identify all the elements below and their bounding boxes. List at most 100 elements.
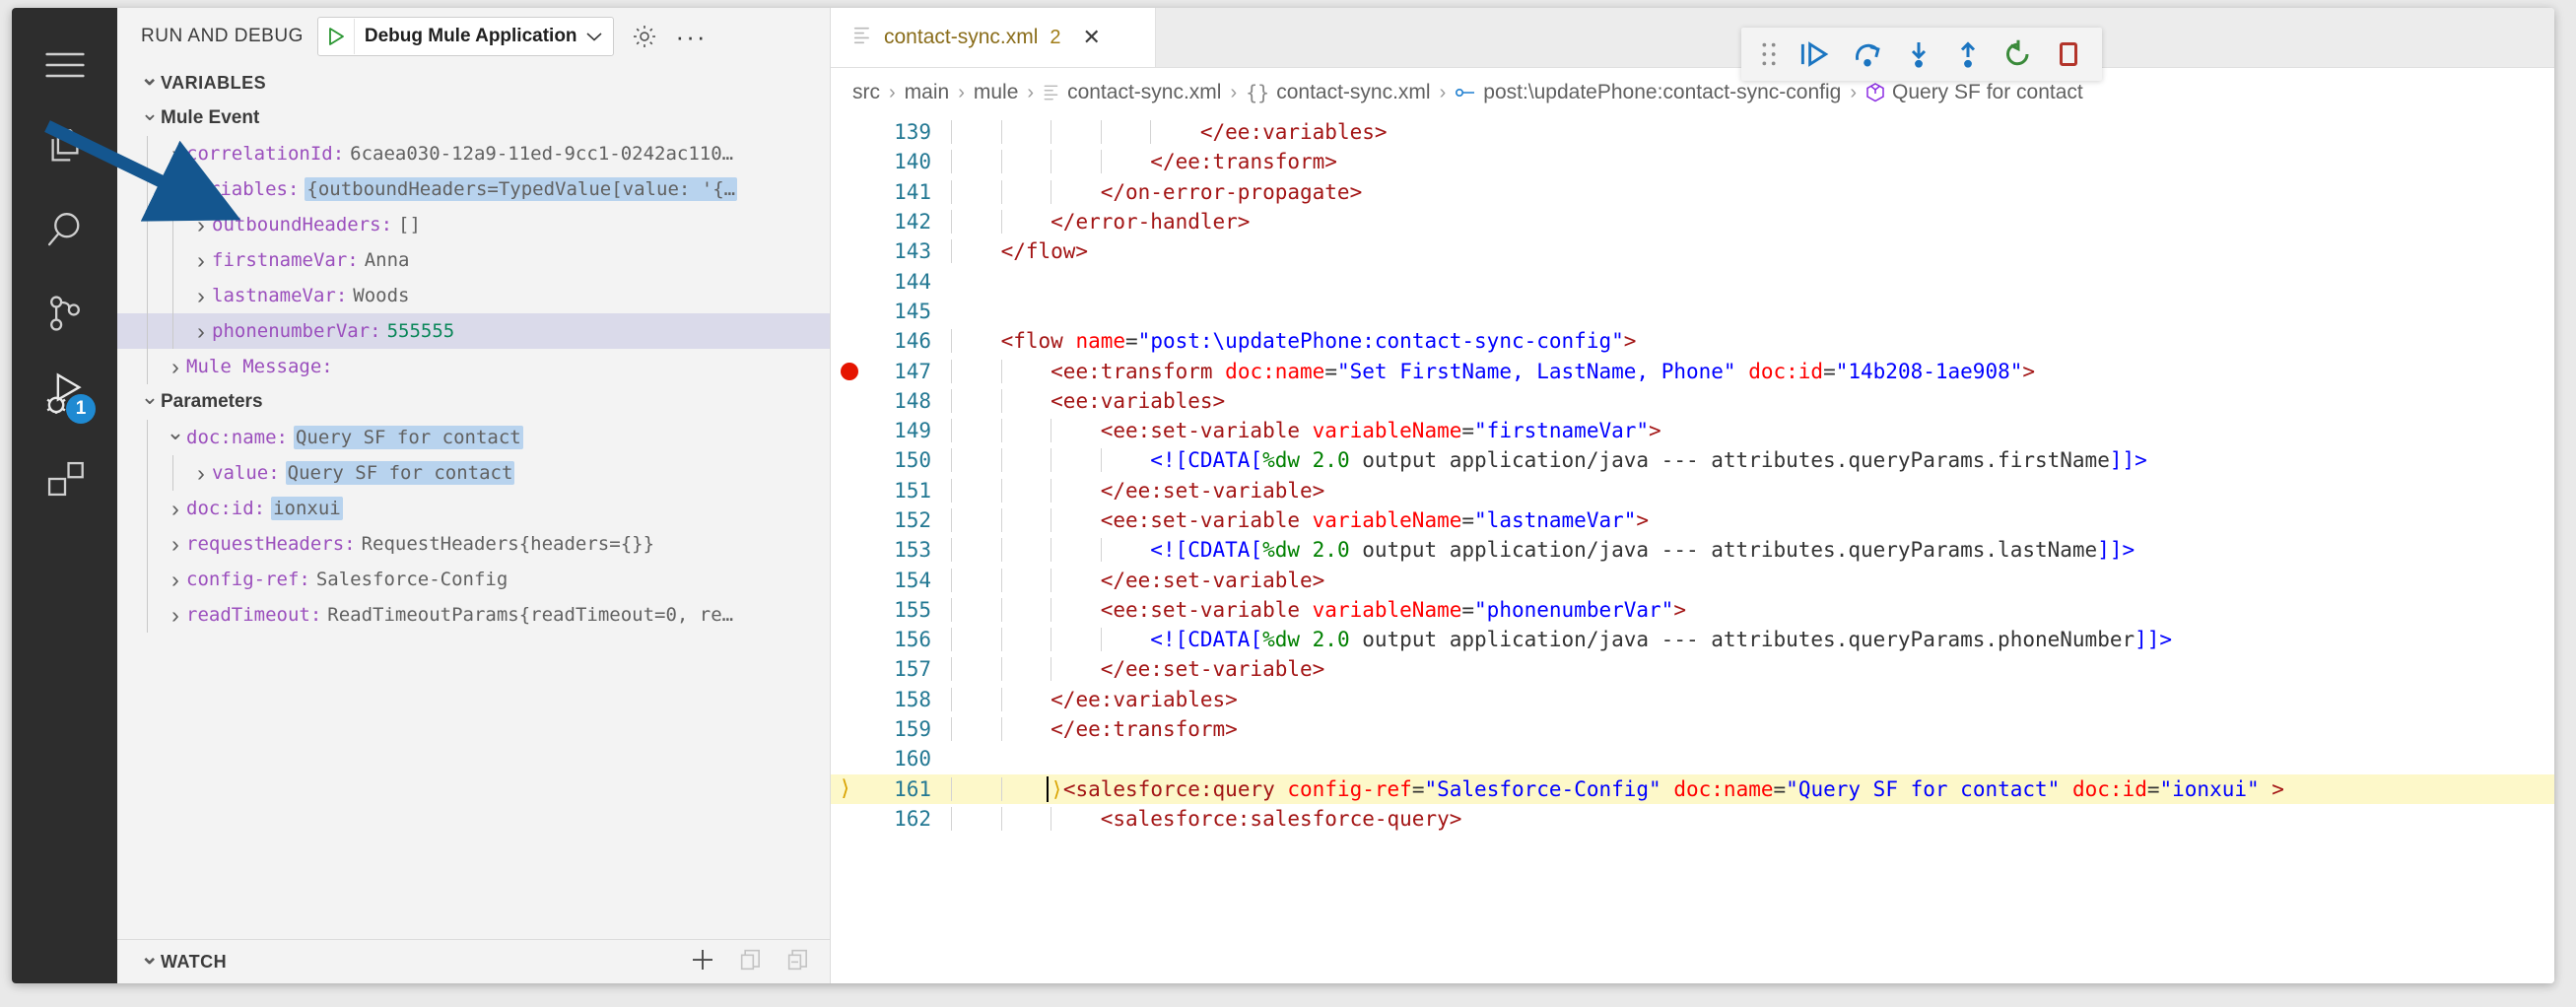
tab-label: contact-sync.xml — [884, 26, 1039, 48]
variable-row[interactable]: phonenumberVar:555555 — [117, 313, 830, 349]
variable-row[interactable]: firstnameVar:Anna — [117, 242, 830, 278]
breadcrumb[interactable]: src › main › mule › contact-sync.xml › {} contact… — [831, 68, 2554, 117]
variable-row[interactable]: doc:name:Query SF for contact — [117, 420, 830, 455]
code-line[interactable]: 155 <ee:set-variable variableName="phone… — [831, 595, 2554, 625]
code-line[interactable]: 139 </ee:variables> — [831, 117, 2554, 147]
continue-icon[interactable] — [1798, 39, 1830, 69]
fold-breakpoint-icon[interactable]: ⟩ — [839, 777, 851, 800]
code-line[interactable]: 153 <![CDATA[%dw 2.0 output application/… — [831, 535, 2554, 565]
variable-row[interactable]: requestHeaders:RequestHeaders{headers={}… — [117, 526, 830, 562]
code-line[interactable]: 154 </ee:set-variable> — [831, 565, 2554, 594]
variable-row[interactable]: Variables:{outboundHeaders=TypedValue[va… — [117, 171, 830, 207]
code-line[interactable]: 160 — [831, 744, 2554, 773]
chevron-down-icon[interactable] — [165, 425, 186, 450]
code-line[interactable]: 142 </error-handler> — [831, 207, 2554, 236]
code-line[interactable]: 152 <ee:set-variable variableName="lastn… — [831, 505, 2554, 535]
chevron-right-icon[interactable] — [165, 531, 186, 558]
restart-icon[interactable] — [2003, 39, 2033, 69]
chevron-right-icon[interactable] — [165, 602, 186, 629]
breadcrumb-label: Query SF for contact — [1892, 81, 2083, 103]
code-line[interactable]: 141 </on-error-propagate> — [831, 177, 2554, 207]
variable-value: RequestHeaders{headers={}} — [361, 533, 655, 555]
chevron-right-icon[interactable] — [190, 460, 212, 487]
code-line[interactable]: 149 <ee:set-variable variableName="first… — [831, 416, 2554, 445]
variable-row[interactable]: Mule Event — [117, 101, 830, 136]
breadcrumb-item[interactable]: Query SF for contact — [1865, 81, 2083, 104]
breadcrumb-item[interactable]: main — [905, 81, 950, 104]
remove-all-expressions-icon[interactable] — [784, 946, 812, 978]
chevron-right-icon[interactable] — [165, 141, 186, 168]
chevron-right-icon[interactable] — [190, 247, 212, 274]
debug-variables-tree[interactable]: VARIABLES Mule Event correlationId:6caea0… — [117, 65, 830, 939]
explorer-icon[interactable] — [12, 106, 117, 189]
step-out-icon[interactable] — [1954, 39, 1982, 69]
start-debugging-icon[interactable] — [318, 19, 355, 54]
code-line[interactable]: 145 — [831, 297, 2554, 326]
variable-row[interactable]: correlationId:6caea030-12a9-11ed-9cc1-02… — [117, 136, 830, 171]
variable-row[interactable]: doc:id:ionxui — [117, 491, 830, 526]
chevron-down-icon[interactable] — [585, 31, 613, 42]
section-watch-label: WATCH — [161, 951, 228, 972]
collapse-all-icon[interactable] — [737, 946, 765, 978]
chevron-right-icon[interactable] — [190, 212, 212, 238]
chevron-down-icon[interactable] — [139, 389, 161, 415]
variable-row[interactable]: readTimeout:ReadTimeoutParams{readTimeou… — [117, 597, 830, 633]
breadcrumb-item[interactable]: mule — [974, 81, 1019, 104]
more-actions-icon[interactable]: ··· — [675, 20, 709, 53]
drag-handle-icon[interactable] — [1761, 40, 1777, 68]
chevron-down-icon[interactable] — [139, 949, 161, 974]
variable-row[interactable]: lastnameVar:Woods — [117, 278, 830, 313]
variable-row[interactable]: outboundHeaders:[] — [117, 207, 830, 242]
breakpoint-icon[interactable] — [841, 362, 858, 380]
code-line[interactable]: 158 </ee:variables> — [831, 685, 2554, 714]
variable-row[interactable]: Parameters — [117, 384, 830, 420]
chevron-right-icon[interactable] — [165, 354, 186, 380]
code-line[interactable]: 146 <flow name="post:\updatePhone:contac… — [831, 326, 2554, 356]
chevron-right-icon[interactable] — [165, 496, 186, 522]
inline-fold-marker-icon[interactable]: ⟩ — [1051, 777, 1063, 801]
close-icon[interactable]: ✕ — [1083, 25, 1101, 50]
code-line[interactable]: 148 <ee:variables> — [831, 386, 2554, 416]
section-watch[interactable]: WATCH — [117, 939, 830, 983]
breadcrumb-label: main — [904, 81, 950, 103]
code-line[interactable]: 157 </ee:set-variable> — [831, 654, 2554, 684]
chevron-down-icon[interactable] — [139, 105, 161, 131]
code-line[interactable]: 140 </ee:transform> — [831, 147, 2554, 176]
variable-row[interactable]: value:Query SF for contact — [117, 455, 830, 491]
gear-icon[interactable] — [628, 20, 661, 53]
breadcrumb-item[interactable]: contact-sync.xml — [1043, 81, 1221, 104]
source-control-icon[interactable] — [12, 272, 117, 355]
code-editor[interactable]: 139 </ee:variables> 140 </ee:transform> 14… — [831, 117, 2554, 983]
add-expression-icon[interactable] — [688, 945, 717, 979]
code-line[interactable]: 159 </ee:transform> — [831, 714, 2554, 744]
search-icon[interactable] — [12, 189, 117, 272]
stop-icon[interactable] — [2055, 39, 2082, 69]
code-line[interactable]: 162 <salesforce:salesforce-query> — [831, 804, 2554, 834]
step-over-icon[interactable] — [1852, 39, 1883, 69]
breadcrumb-item[interactable]: {} contact-sync.xml — [1246, 81, 1430, 104]
variable-row[interactable]: Mule Message: — [117, 349, 830, 384]
code-line[interactable]: 161 ⟩ ⟩<salesforce:query config-ref="Sale… — [831, 773, 2554, 804]
code-line[interactable]: 147 <ee:transform doc:name="Set FirstNam… — [831, 356, 2554, 385]
launch-configuration-dropdown[interactable]: Debug Mule Application — [316, 17, 614, 56]
code-line[interactable]: 156 <![CDATA[%dw 2.0 output application/… — [831, 625, 2554, 654]
tab-contact-sync-xml[interactable]: contact-sync.xml 2 ✕ — [831, 8, 1156, 67]
code-line[interactable]: 143 </flow> — [831, 236, 2554, 266]
chevron-down-icon[interactable] — [139, 70, 161, 96]
chevron-right-icon[interactable] — [190, 283, 212, 309]
breadcrumb-item[interactable]: post:\updatePhone:contact-sync-config — [1455, 81, 1841, 104]
step-into-icon[interactable] — [1905, 39, 1932, 69]
chevron-right-icon[interactable] — [190, 318, 212, 345]
variable-row[interactable]: config-ref:Salesforce-Config — [117, 562, 830, 597]
extensions-icon[interactable] — [12, 437, 117, 520]
code-line[interactable]: 151 </ee:set-variable> — [831, 476, 2554, 505]
breadcrumb-item[interactable]: src — [852, 81, 880, 104]
code-line[interactable]: 150 <![CDATA[%dw 2.0 output application/… — [831, 445, 2554, 475]
indentation — [951, 806, 1101, 831]
code-line[interactable]: 144 — [831, 266, 2554, 296]
chevron-right-icon[interactable] — [165, 567, 186, 593]
run-and-debug-icon[interactable]: 1 — [12, 355, 117, 437]
chevron-down-icon[interactable] — [165, 176, 186, 202]
menu-icon[interactable] — [12, 24, 117, 106]
section-variables[interactable]: VARIABLES — [117, 65, 830, 101]
